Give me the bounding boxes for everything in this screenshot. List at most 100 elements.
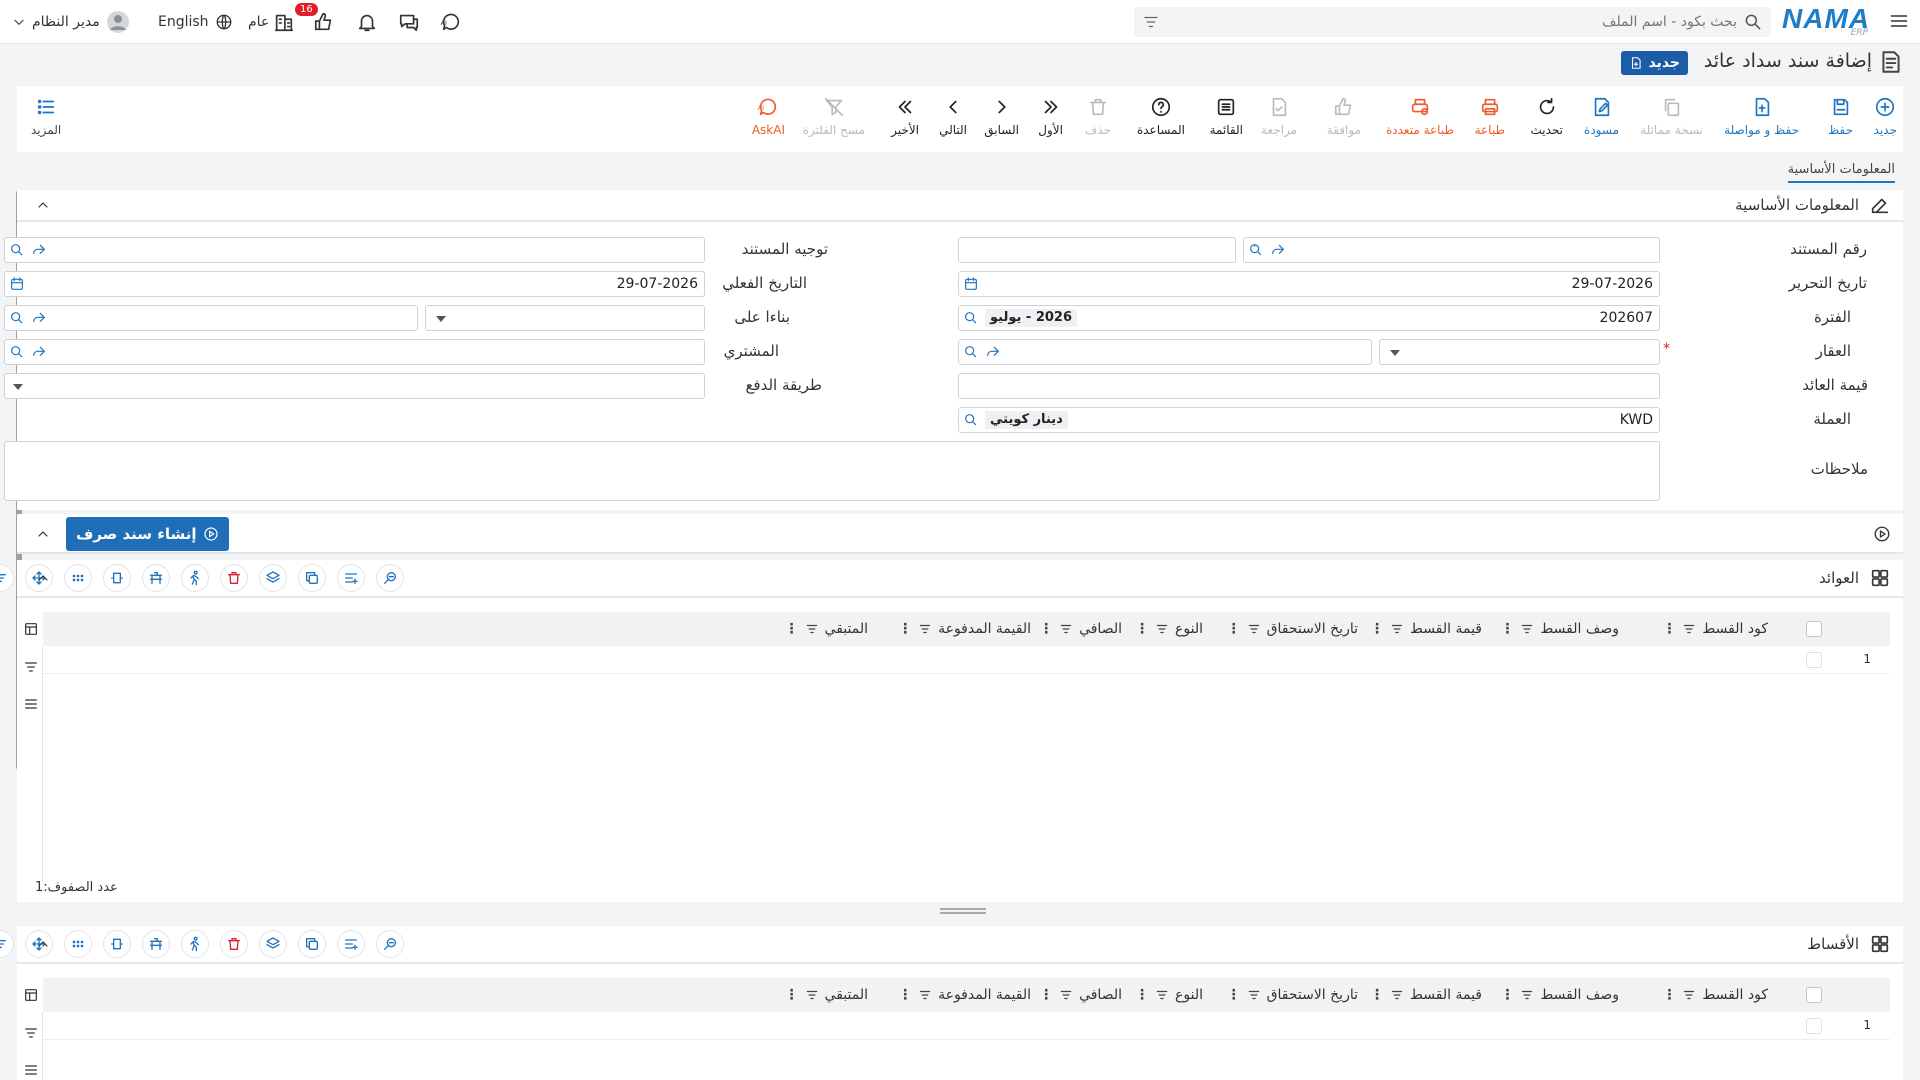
column-header[interactable]: النوع ⋮ [1135,621,1203,637]
column-header[interactable]: قيمة القسط ⋮ [1370,621,1482,637]
kebab-menu-icon[interactable]: ⋮ [1039,987,1053,1003]
based-on-input[interactable] [4,305,418,331]
approve-button[interactable]: موافقة [1327,96,1361,137]
table-split-icon[interactable] [142,930,170,958]
doc-no-input[interactable] [1243,237,1660,263]
layers-icon[interactable] [259,930,287,958]
print-button[interactable]: طباعة [1475,96,1505,137]
kebab-menu-icon[interactable]: ⋮ [1370,987,1384,1003]
column-header[interactable]: وصف القسط ⋮ [1500,987,1619,1003]
add-row-icon[interactable] [337,564,365,592]
filter-lines-icon[interactable] [1390,622,1404,636]
share-arrow-icon[interactable] [985,344,1001,360]
chevron-up-icon[interactable] [35,526,51,542]
select-all-checkbox[interactable] [1806,987,1822,1003]
search-input[interactable] [1174,11,1737,33]
filter-lines-icon[interactable] [1247,622,1261,636]
column-header[interactable]: الصافي ⋮ [1039,987,1122,1003]
filter-lines-icon[interactable] [918,622,932,636]
chevron-up-icon[interactable] [35,197,51,213]
delete-row-icon[interactable] [220,930,248,958]
language-switch[interactable]: English [158,0,233,44]
calendar-icon[interactable] [9,276,25,292]
select-all-checkbox[interactable] [1806,621,1822,637]
filter-lines-icon[interactable] [805,622,819,636]
user-menu[interactable]: مدير النظام [12,0,130,44]
lookup-search-icon[interactable] [963,344,979,360]
duplicate-row-icon[interactable] [298,564,326,592]
filter-lines-icon[interactable] [1520,988,1534,1002]
create-payment-voucher-button[interactable]: إنشاء سند صرف [66,517,229,551]
kebab-menu-icon[interactable]: ⋮ [1227,621,1241,637]
kebab-menu-icon[interactable]: ⋮ [1500,987,1514,1003]
filter-lines-icon[interactable] [1142,13,1160,31]
table-row[interactable]: 1 [43,1012,1890,1040]
lookup-search-icon[interactable] [9,242,25,258]
lookup-search-icon[interactable] [963,310,979,326]
play-circle-icon[interactable] [1873,525,1891,543]
row-checkbox[interactable] [1806,1018,1822,1034]
resize-splitter[interactable] [940,908,986,914]
first-button[interactable]: الأول [1038,96,1063,137]
kebab-menu-icon[interactable]: ⋮ [1227,987,1241,1003]
kebab-menu-icon[interactable]: ⋮ [1500,621,1514,637]
chevron-up-icon[interactable] [35,936,51,952]
kebab-menu-icon[interactable]: ⋮ [1039,621,1053,637]
chevron-up-icon[interactable] [35,570,51,586]
buyer-input[interactable] [4,339,705,365]
table-row[interactable]: 1 [43,646,1890,674]
ai-chat-icon[interactable]: AI [440,0,462,44]
doc-route-input[interactable] [4,237,705,263]
filter-lines-icon[interactable] [1155,988,1169,1002]
duplicate-row-icon[interactable] [298,930,326,958]
fit-columns-icon[interactable] [103,564,131,592]
notes-textarea[interactable] [4,441,1660,501]
column-chooser-icon[interactable] [23,621,39,637]
kebab-menu-icon[interactable]: ⋮ [785,621,799,637]
dots-grid-icon[interactable] [64,930,92,958]
last-button[interactable]: الأخير [891,96,919,137]
filter-lines-icon[interactable] [805,988,819,1002]
scope-selector[interactable]: عام [248,0,295,44]
lookup-search-icon[interactable] [963,412,979,428]
column-header[interactable]: كود القسط ⋮ [1662,621,1768,637]
tab-basic-info[interactable]: المعلومات الأساسية [1787,162,1895,183]
delete-row-icon[interactable] [220,564,248,592]
based-on-select[interactable] [425,305,705,331]
edit-date-input[interactable]: 29-07-2026 [958,271,1660,297]
filter-lines-icon[interactable] [0,930,14,958]
add-row-icon[interactable] [337,930,365,958]
property-input[interactable] [958,339,1372,365]
delete-button[interactable]: حذف [1085,96,1111,137]
kebab-menu-icon[interactable]: ⋮ [1662,621,1676,637]
approvals-icon[interactable]: 16 [295,0,335,44]
filter-lines-icon[interactable] [23,659,39,675]
actual-date-input[interactable]: 29-07-2026 [4,271,705,297]
layers-icon[interactable] [259,564,287,592]
column-header[interactable]: المتبقي ⋮ [785,621,868,637]
filter-lines-icon[interactable] [1682,622,1696,636]
more-button[interactable]: المزيد [31,96,61,137]
calendar-icon[interactable] [963,276,979,292]
lookup-search-icon[interactable] [9,310,25,326]
hamburger-menu-icon[interactable] [1888,11,1910,31]
next-button[interactable]: التالي [939,96,967,137]
new-button[interactable]: جديد [1874,96,1897,137]
dots-grid-icon[interactable] [64,564,92,592]
column-header[interactable]: كود القسط ⋮ [1662,987,1768,1003]
share-arrow-icon[interactable] [31,344,47,360]
column-header[interactable]: تاريخ الاستحقاق ⋮ [1227,621,1358,637]
clear-filter-button[interactable]: مسح الفلترة [803,96,865,137]
column-header[interactable]: المتبقي ⋮ [785,987,868,1003]
share-arrow-icon[interactable] [31,242,47,258]
kebab-menu-icon[interactable]: ⋮ [785,987,799,1003]
refresh-button[interactable]: تحديث [1530,96,1563,137]
run-icon[interactable] [181,564,209,592]
save-button[interactable]: حفظ [1828,96,1853,137]
filter-lines-icon[interactable] [1059,988,1073,1002]
filter-lines-icon[interactable] [23,1025,39,1041]
column-header[interactable]: تاريخ الاستحقاق ⋮ [1227,987,1358,1003]
column-header[interactable]: النوع ⋮ [1135,987,1203,1003]
kebab-menu-icon[interactable]: ⋮ [1662,987,1676,1003]
filter-lines-icon[interactable] [0,564,14,592]
